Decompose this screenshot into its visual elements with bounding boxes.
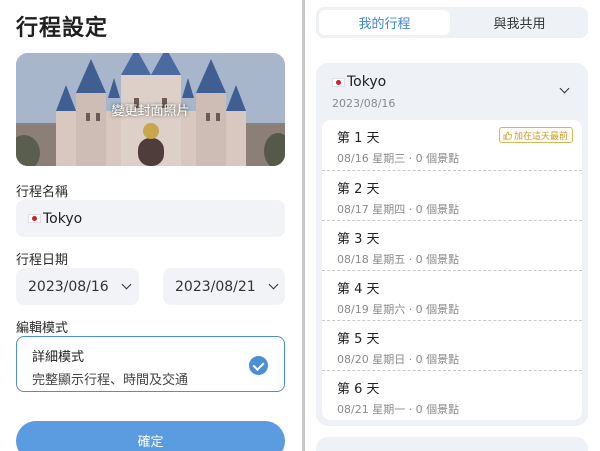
next-trip-card[interactable] (316, 437, 588, 451)
chevron-down-icon (268, 279, 279, 290)
day-meta: 08/19 星期六 · 0 個景點 (337, 303, 460, 316)
trip-card-title: Tokyo (332, 74, 386, 90)
day-meta: 08/18 星期五 · 0 個景點 (337, 253, 460, 266)
trip-card-date: 2023/08/16 (332, 97, 396, 110)
change-cover-label[interactable]: 變更封面照片 (16, 100, 285, 119)
day-title: 第 5 天 (337, 332, 380, 347)
day-title: 第 6 天 (337, 382, 380, 397)
cover-photo[interactable]: 變更封面照片 (16, 53, 285, 166)
japan-flag-icon (332, 77, 345, 87)
trip-name-value: Tokyo (43, 210, 83, 227)
start-date-value: 2023/08/16 (28, 278, 109, 295)
add-to-start-badge[interactable]: 加在這天最前 (498, 127, 573, 143)
mode-title: 詳細模式 (32, 350, 85, 365)
trip-card-name: Tokyo (347, 74, 387, 90)
my-trips-panel: 我的行程 與我共用 Tokyo 2023/08/16 第 1 天 加在這天最前 … (305, 0, 600, 451)
day-title: 第 1 天 (337, 131, 380, 146)
day-item[interactable]: 第 6 天 08/21 星期一 · 0 個景點 (322, 370, 582, 420)
tab-my-trips[interactable]: 我的行程 (319, 10, 450, 35)
checkmark-icon (249, 356, 268, 375)
japan-flag-icon (28, 214, 41, 223)
day-item[interactable]: 第 1 天 加在這天最前 08/16 星期三 · 0 個景點 (322, 120, 582, 170)
day-meta: 08/16 星期三 · 0 個景點 (337, 152, 460, 165)
trip-date-label: 行程日期 (16, 253, 69, 268)
day-list: 第 1 天 加在這天最前 08/16 星期三 · 0 個景點 第 2 天 08/… (322, 120, 582, 420)
trip-settings-panel: 行程設定 變更封面照片 行程名稱 Tokyo 行程日期 2023/08/16 2… (0, 0, 302, 451)
tab-shared-with-me[interactable]: 與我共用 (454, 10, 585, 35)
trip-tabs: 我的行程 與我共用 (316, 7, 588, 38)
confirm-button[interactable]: 確定 (16, 421, 285, 451)
day-title: 第 3 天 (337, 232, 380, 247)
day-item[interactable]: 第 5 天 08/20 星期日 · 0 個景點 (322, 320, 582, 370)
end-date-select[interactable]: 2023/08/21 (163, 268, 285, 305)
day-item[interactable]: 第 3 天 08/18 星期五 · 0 個景點 (322, 220, 582, 270)
day-title: 第 2 天 (337, 182, 380, 197)
edit-mode-label: 編輯模式 (16, 321, 69, 336)
day-item[interactable]: 第 2 天 08/17 星期四 · 0 個景點 (322, 170, 582, 220)
chevron-down-icon[interactable] (559, 83, 570, 94)
mode-description: 完整顯示行程、時間及交通 (32, 373, 189, 388)
badge-label: 加在這天最前 (513, 131, 568, 142)
day-meta: 08/21 星期一 · 0 個景點 (337, 403, 460, 416)
day-item[interactable]: 第 4 天 08/19 星期六 · 0 個景點 (322, 270, 582, 320)
thumbs-up-icon (503, 131, 512, 139)
detailed-mode-option[interactable]: 詳細模式 完整顯示行程、時間及交通 (16, 336, 285, 392)
trip-name-field[interactable]: Tokyo (16, 200, 285, 237)
trip-card[interactable]: Tokyo 2023/08/16 第 1 天 加在這天最前 08/16 星期三 … (316, 63, 588, 426)
page-title: 行程設定 (16, 16, 109, 41)
day-title: 第 4 天 (337, 282, 380, 297)
day-meta: 08/17 星期四 · 0 個景點 (337, 203, 460, 216)
end-date-value: 2023/08/21 (175, 278, 256, 295)
day-meta: 08/20 星期日 · 0 個景點 (337, 353, 460, 366)
trip-name-label: 行程名稱 (16, 185, 69, 200)
chevron-down-icon (121, 279, 132, 290)
start-date-select[interactable]: 2023/08/16 (16, 268, 139, 305)
